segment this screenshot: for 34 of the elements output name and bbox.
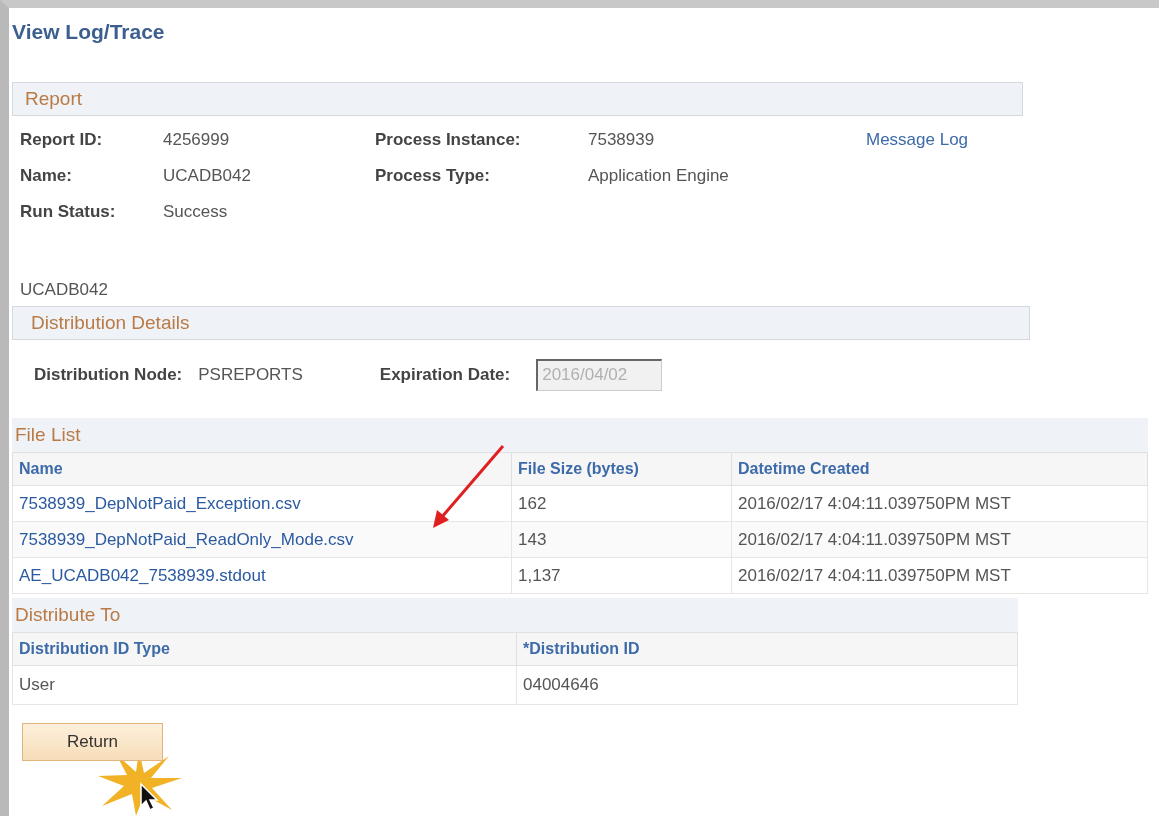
page-title: View Log/Trace: [12, 20, 166, 45]
table-cell: User: [12, 665, 517, 705]
column-header: *Distribution ID: [516, 632, 1018, 666]
field-label: Name:: [20, 166, 73, 186]
field-value: Application Engine: [588, 166, 730, 186]
field-label: Process Type:: [375, 166, 491, 186]
table-title: Distribute To: [12, 598, 1018, 632]
section-title: Distribution Details: [31, 312, 190, 334]
table-title: File List: [12, 418, 1148, 452]
field-value: PSREPORTS: [198, 365, 303, 385]
column-header: Name: [12, 452, 512, 486]
message-log-link[interactable]: Message Log: [866, 130, 1159, 150]
field-value: UCADB042: [163, 166, 252, 186]
column-header: Distribution ID Type: [12, 632, 517, 666]
field-value: 7538939: [588, 130, 656, 150]
table-cell: 162: [511, 485, 732, 522]
field-value: Success: [163, 202, 229, 222]
table-cell: 2016/02/17 4:04:11.039750PM MST: [731, 485, 1148, 522]
field-label: Report ID:: [20, 130, 104, 150]
field-label: Process Instance:: [375, 130, 522, 150]
table-cell: 2016/02/17 4:04:11.039750PM MST: [731, 557, 1148, 594]
table-cell: 04004646: [516, 665, 1018, 705]
section-title: Report: [25, 88, 83, 110]
report-name: UCADB042: [20, 280, 109, 300]
table-cell: 2016/02/17 4:04:11.039750PM MST: [731, 521, 1148, 558]
column-header: File Size (bytes): [511, 452, 732, 486]
field-label: Run Status:: [20, 202, 117, 222]
field-label: Expiration Date:: [379, 365, 511, 385]
table-cell: 143: [511, 521, 732, 558]
column-header: Datetime Created: [731, 452, 1148, 486]
field-label: Distribution Node:: [34, 365, 183, 385]
field-value: 4256999: [163, 130, 231, 150]
table-cell: 1,137: [511, 557, 732, 594]
return-button[interactable]: Return: [22, 723, 163, 761]
